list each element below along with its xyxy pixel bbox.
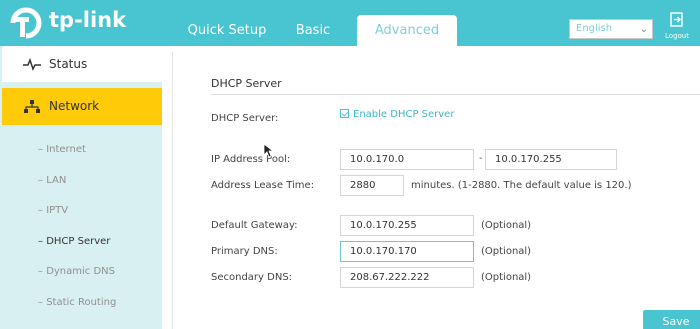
ip-pool-start-input[interactable]: 10.0.170.0 [340,149,474,170]
optional-note: (Optional) [481,272,532,283]
ip-pool-label: IP Address Pool: [211,154,291,165]
section-divider [211,94,700,95]
enable-dhcp-label: Enable DHCP Server [353,109,455,120]
primary-dns-input[interactable]: 10.0.170.170 [340,241,474,262]
language-value: English [576,23,613,34]
chevron-down-icon: ⌄ [639,24,648,35]
logout-icon [670,12,683,27]
sidebar-item-status[interactable]: Status [2,46,162,82]
tab-advanced[interactable]: Advanced [357,15,457,46]
logout-label: Logout [665,32,689,40]
sidebar-item-label: Network [49,99,100,113]
subitem-label: Dynamic DNS [46,266,115,277]
dhcp-panel: DHCP Server DHCP Server: Enable DHCP Ser… [172,52,700,329]
secondary-dns-label: Secondary DNS: [211,272,293,283]
lease-time-label: Address Lease Time: [211,180,315,191]
primary-dns-label: Primary DNS: [211,246,278,257]
main-content: DHCP Server DHCP Server: Enable DHCP Ser… [162,46,700,329]
optional-note: (Optional) [481,246,532,257]
section-title: DHCP Server [211,77,282,90]
subitem-label: IPTV [46,205,69,216]
sidebar-subitem-dhcp-server[interactable]: – DHCP Server [38,236,110,247]
optional-note: (Optional) [481,220,532,231]
header-bar: tp-link Quick Setup Basic Advanced Engli… [0,0,700,46]
network-icon [24,100,40,113]
mouse-cursor-icon [263,143,273,158]
sidebar-item-network[interactable]: Network [2,88,162,125]
dhcp-server-label: DHCP Server: [211,113,279,124]
subitem-label: Static Routing [46,297,117,308]
checkbox-icon [340,109,349,118]
save-button[interactable]: Save [643,310,700,329]
lease-time-hint: minutes. (1-2880. The default value is 1… [411,180,632,191]
sidebar-subitem-lan[interactable]: – LAN [38,175,66,186]
default-gateway-label: Default Gateway: [211,220,298,231]
tp-link-logo: tp-link [7,5,127,39]
tab-quick-setup[interactable]: Quick Setup [173,15,281,46]
logout-button[interactable]: Logout [661,12,693,40]
sidebar-subitem-internet[interactable]: – Internet [38,144,86,155]
language-select[interactable]: English ⌄ [569,19,653,39]
sidebar-subitem-iptv[interactable]: – IPTV [38,205,68,216]
sidebar: Status Network – Internet – LAN – IPTV –… [0,46,162,329]
logo-text: tp-link [49,8,127,32]
subitem-label: Internet [46,144,86,155]
pulse-icon [23,58,41,71]
lease-time-input[interactable]: 2880 [340,175,404,196]
ip-pool-end-input[interactable]: 10.0.170.255 [485,149,617,170]
subitem-label: LAN [46,175,67,186]
secondary-dns-input[interactable]: 208.67.222.222 [340,267,474,288]
tab-basic[interactable]: Basic [281,15,345,46]
range-dash: - [479,153,483,164]
enable-dhcp-checkbox[interactable]: Enable DHCP Server [340,109,454,120]
sidebar-subitem-static-routing[interactable]: – Static Routing [38,297,116,308]
sidebar-item-label: Status [49,57,88,71]
sidebar-subitem-dynamic-dns[interactable]: – Dynamic DNS [38,266,115,277]
subitem-label: DHCP Server [46,236,111,247]
tp-link-logo-icon [10,7,42,39]
default-gateway-input[interactable]: 10.0.170.255 [340,215,474,236]
